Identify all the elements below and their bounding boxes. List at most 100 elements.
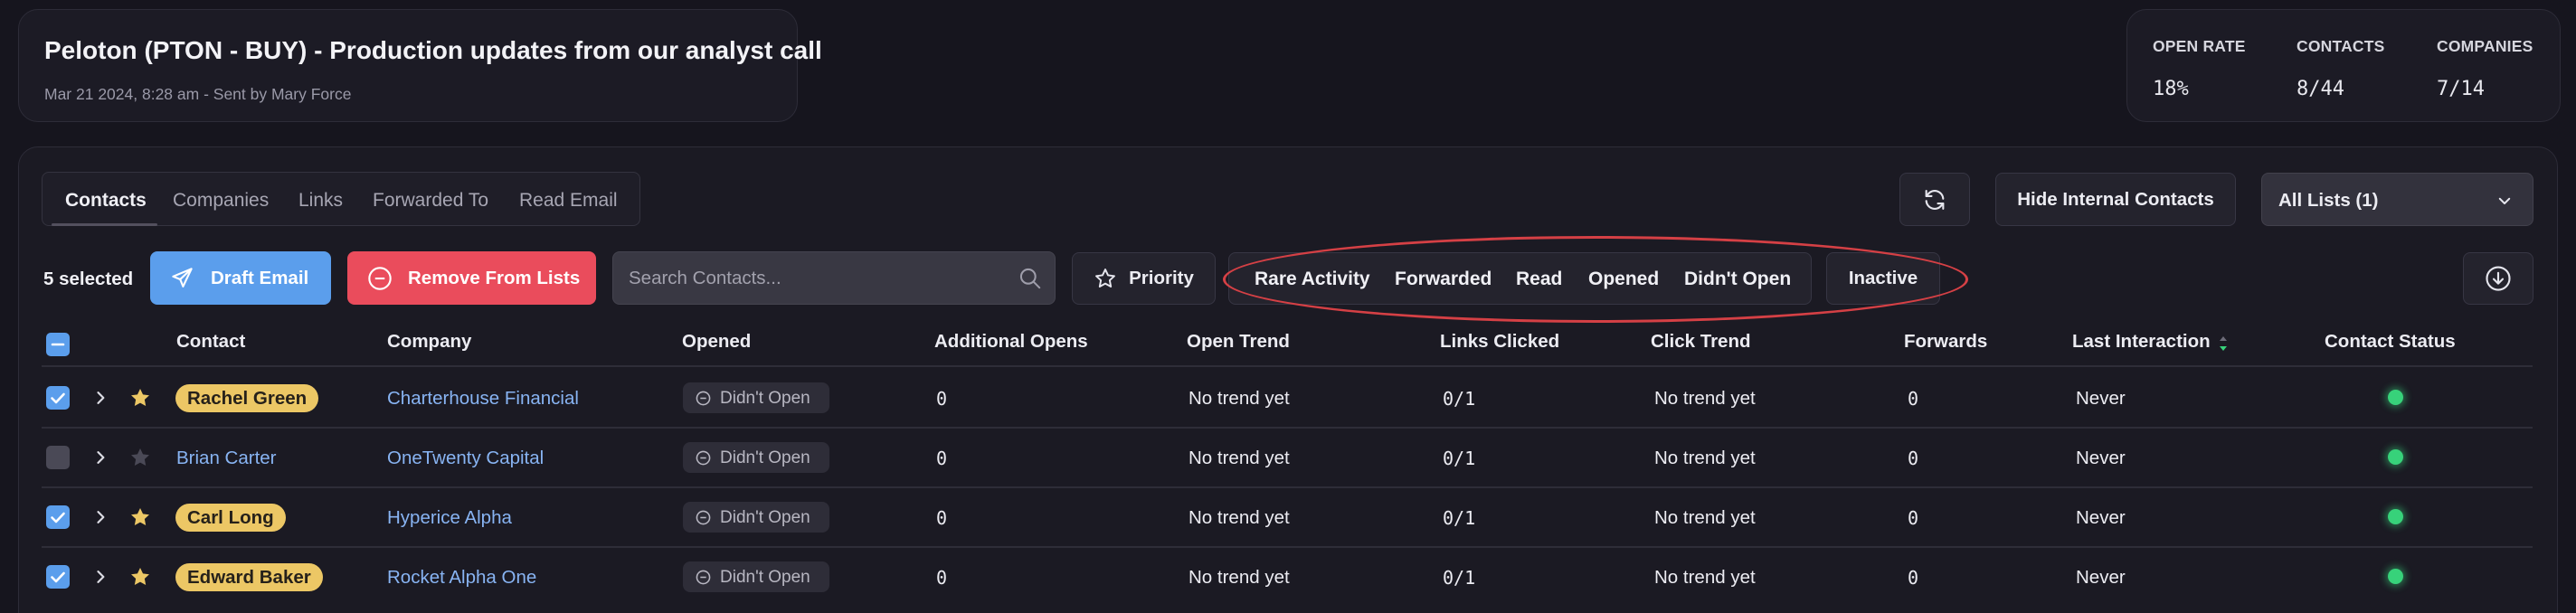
column-open-trend[interactable]: Open Trend: [1187, 331, 1290, 353]
download-icon: [2486, 266, 2511, 291]
hide-internal-contacts-button[interactable]: Hide Internal Contacts: [1995, 173, 2236, 226]
minus-circle-icon: [696, 391, 711, 406]
column-contact-status[interactable]: Contact Status: [2325, 331, 2456, 353]
filter-read[interactable]: Read: [1516, 269, 1562, 290]
column-click-trend[interactable]: Click Trend: [1651, 331, 1751, 353]
column-forwards[interactable]: Forwards: [1904, 331, 1987, 353]
priority-star-icon[interactable]: [128, 505, 152, 529]
click-trend-value: No trend yet: [1654, 567, 1756, 588]
priority-filter-button[interactable]: Priority: [1072, 252, 1216, 305]
column-additional-opens[interactable]: Additional Opens: [934, 331, 1088, 353]
opened-status-label: Didn't Open: [720, 389, 810, 408]
links-clicked-value: 0/1: [1443, 567, 1476, 589]
tab-links[interactable]: Links: [298, 190, 343, 212]
tab-read-email[interactable]: Read Email: [519, 190, 618, 212]
contact-name-link[interactable]: Brian Carter: [176, 448, 277, 469]
priority-label: Priority: [1129, 268, 1194, 288]
minus-circle-icon: [696, 510, 711, 525]
filter-didnt-open[interactable]: Didn't Open: [1684, 269, 1791, 290]
remove-from-lists-button[interactable]: Remove From Lists: [347, 251, 596, 305]
refresh-button[interactable]: [1899, 173, 1970, 226]
filter-inactive[interactable]: Inactive: [1826, 252, 1940, 305]
priority-star-icon[interactable]: [128, 565, 152, 589]
email-subtitle: Mar 21 2024, 8:28 am - Sent by Mary Forc…: [44, 85, 352, 103]
expand-chevron-icon[interactable]: [91, 508, 109, 526]
search-contacts: [612, 251, 1056, 305]
stat-value: 18%: [2153, 78, 2189, 100]
checkmark-icon: [51, 392, 65, 404]
tab-companies[interactable]: Companies: [173, 190, 269, 212]
forwards-value: 0: [1908, 507, 1919, 529]
stat-label: CONTACTS: [2297, 37, 2385, 55]
search-input[interactable]: [629, 265, 999, 292]
column-company[interactable]: Company: [387, 331, 471, 353]
selected-count: 5 selected: [43, 269, 134, 289]
tab-forwarded-to[interactable]: Forwarded To: [373, 190, 488, 212]
open-trend-value: No trend yet: [1189, 507, 1290, 528]
contact-name-pill[interactable]: Rachel Green: [175, 384, 319, 412]
last-interaction-value: Never: [2076, 448, 2126, 468]
priority-star-icon[interactable]: [128, 386, 152, 410]
row-checkbox[interactable]: [46, 565, 70, 589]
minus-icon: [51, 343, 65, 346]
expand-chevron-icon[interactable]: [91, 448, 109, 467]
forwards-value: 0: [1908, 448, 1919, 469]
contact-status-indicator: [2388, 509, 2403, 524]
priority-star-icon[interactable]: [128, 446, 152, 469]
list-select-value: All Lists (1): [2278, 190, 2379, 211]
contact-name-pill[interactable]: Edward Baker: [175, 563, 323, 591]
refresh-icon: [1925, 189, 1945, 210]
contact-status-indicator: [2388, 569, 2403, 584]
row-divider: [42, 546, 2533, 548]
company-link[interactable]: OneTwenty Capital: [387, 448, 544, 469]
last-interaction-value: Never: [2076, 507, 2126, 528]
opened-status-badge: Didn't Open: [683, 561, 829, 592]
stat-label: COMPANIES: [2437, 37, 2533, 55]
draft-email-label: Draft Email: [211, 268, 309, 288]
list-select[interactable]: All Lists (1): [2261, 173, 2533, 226]
opened-status-badge: Didn't Open: [683, 502, 829, 533]
row-checkbox[interactable]: [46, 386, 70, 410]
search-icon[interactable]: [1018, 266, 1042, 290]
column-links-clicked[interactable]: Links Clicked: [1440, 331, 1559, 353]
company-link[interactable]: Charterhouse Financial: [387, 388, 579, 410]
column-contact[interactable]: Contact: [176, 331, 245, 353]
filter-forwarded[interactable]: Forwarded: [1395, 269, 1492, 290]
last-interaction-value: Never: [2076, 388, 2126, 409]
column-last-interaction[interactable]: Last Interaction: [2072, 331, 2211, 353]
column-opened[interactable]: Opened: [682, 331, 751, 353]
forwards-value: 0: [1908, 567, 1919, 589]
send-icon: [172, 268, 193, 288]
expand-chevron-icon[interactable]: [91, 568, 109, 586]
tab-contacts[interactable]: Contacts: [65, 190, 147, 212]
chevron-down-icon: [2498, 197, 2511, 204]
company-link[interactable]: Rocket Alpha One: [387, 567, 536, 589]
minus-circle-icon: [368, 267, 392, 290]
draft-email-button[interactable]: Draft Email: [150, 251, 331, 305]
star-outline-icon: [1095, 269, 1116, 288]
filter-rare-activity[interactable]: Rare Activity: [1255, 269, 1370, 290]
open-trend-value: No trend yet: [1189, 567, 1290, 588]
contact-name-pill[interactable]: Carl Long: [175, 504, 286, 532]
opened-status-badge: Didn't Open: [683, 382, 829, 413]
stat-label: OPEN RATE: [2153, 37, 2246, 55]
click-trend-value: No trend yet: [1654, 507, 1756, 528]
links-clicked-value: 0/1: [1443, 507, 1476, 529]
select-all-checkbox[interactable]: [46, 333, 70, 356]
opened-status-label: Didn't Open: [720, 568, 810, 587]
additional-opens-value: 0: [936, 507, 948, 529]
row-checkbox[interactable]: [46, 446, 70, 469]
email-header-card: Peloton (PTON - BUY) - Production update…: [18, 9, 822, 122]
sort-icon[interactable]: [2217, 334, 2230, 354]
open-trend-value: No trend yet: [1189, 388, 1290, 409]
company-link[interactable]: Hyperice Alpha: [387, 507, 512, 529]
filter-opened[interactable]: Opened: [1588, 269, 1659, 290]
open-trend-value: No trend yet: [1189, 448, 1290, 468]
opened-status-badge: Didn't Open: [683, 442, 829, 473]
expand-chevron-icon[interactable]: [91, 389, 109, 407]
minus-circle-icon: [696, 450, 711, 466]
links-clicked-value: 0/1: [1443, 388, 1476, 410]
download-button[interactable]: [2463, 252, 2533, 305]
opened-status-label: Didn't Open: [720, 448, 810, 467]
row-checkbox[interactable]: [46, 505, 70, 529]
